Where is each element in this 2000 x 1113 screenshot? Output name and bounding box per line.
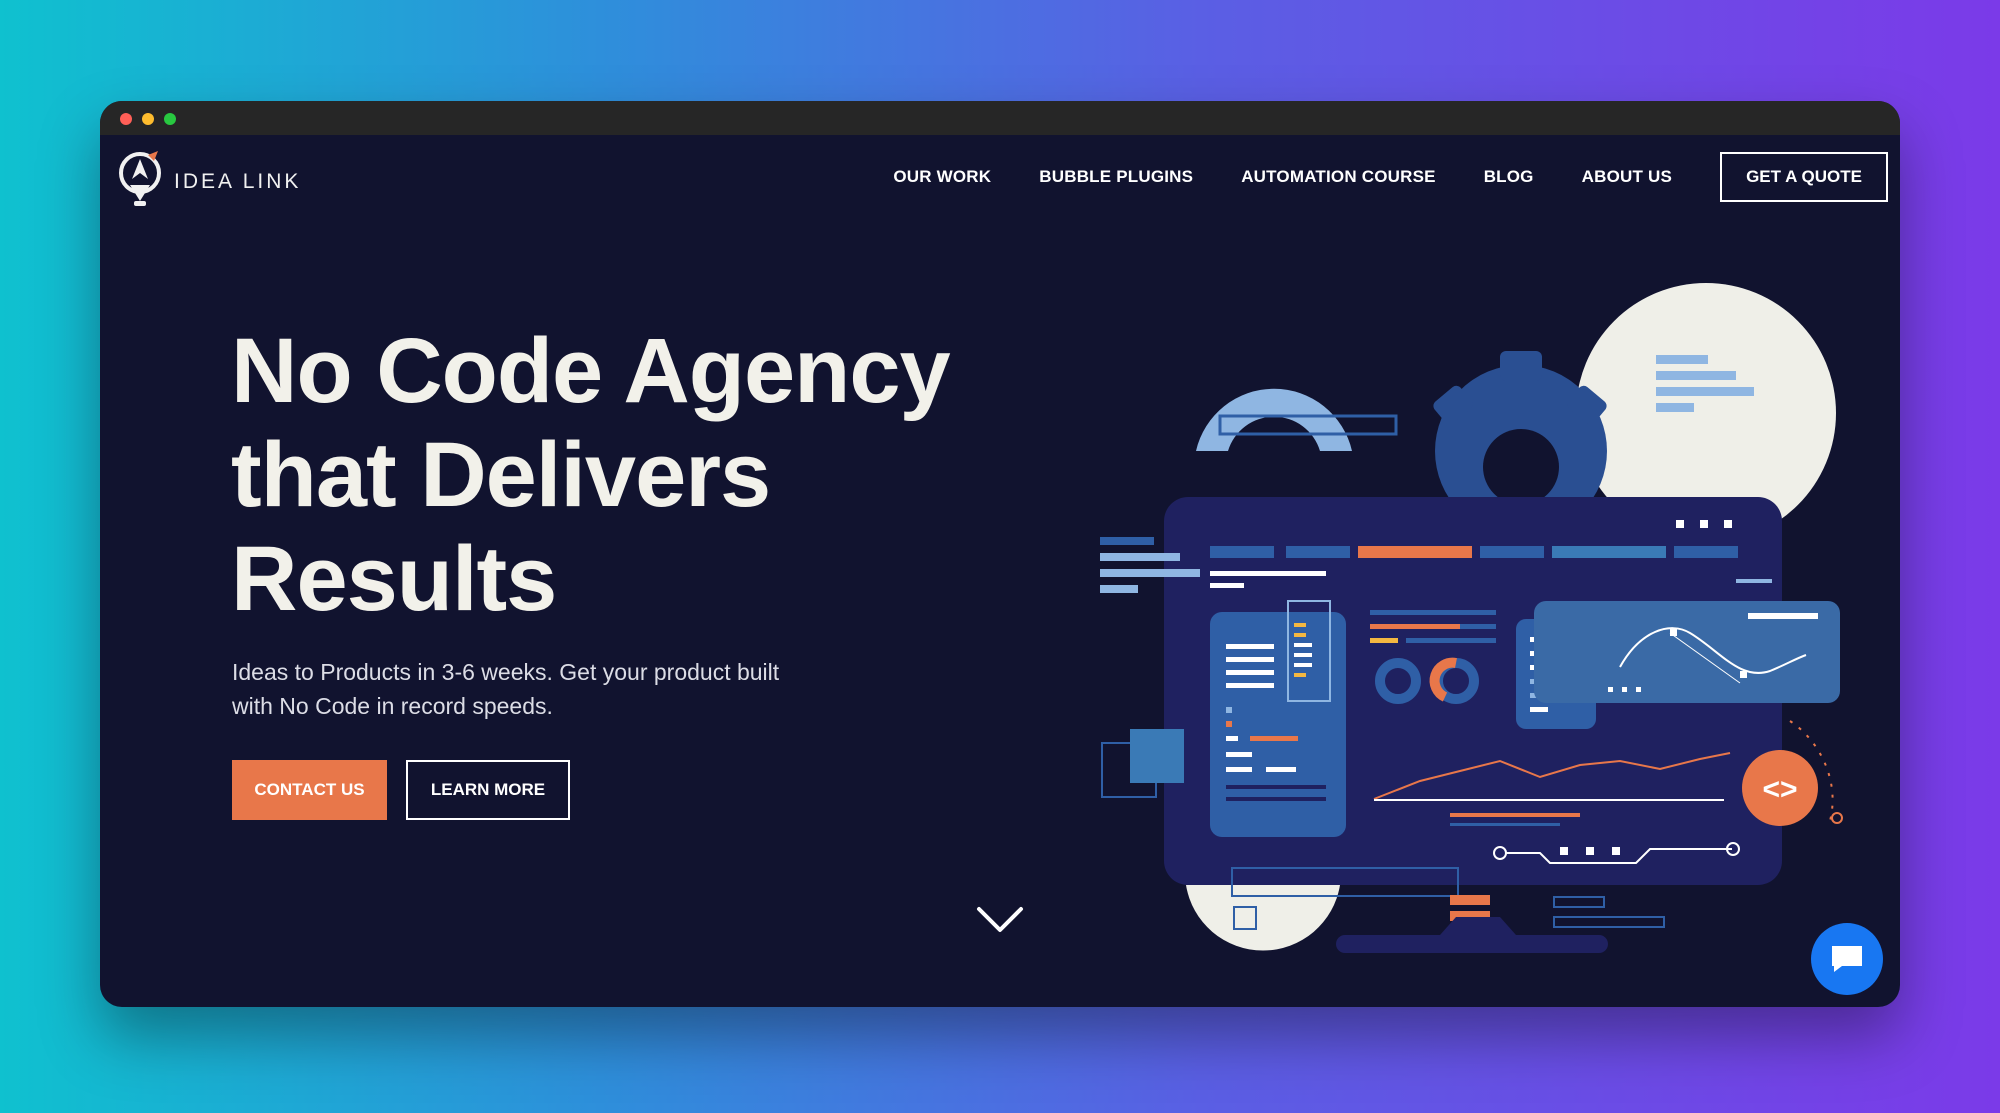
window-titlebar	[100, 101, 1900, 135]
chat-bubble-icon	[1832, 946, 1862, 972]
hero-subtitle: Ideas to Products in 3-6 weeks. Get your…	[232, 655, 852, 723]
get-a-quote-button[interactable]: GET A QUOTE	[1720, 152, 1888, 202]
contact-us-button[interactable]: CONTACT US	[232, 760, 387, 820]
chat-widget-button[interactable]	[1811, 923, 1883, 995]
hero-illustration: <>	[1100, 283, 1843, 953]
browser-window: IDEA LINK OUR WORK BUBBLE PLUGINS AUTOMA…	[100, 101, 1900, 1007]
nav-automation-course[interactable]: AUTOMATION COURSE	[1241, 167, 1436, 187]
hero-subtitle-line: Ideas to Products in 3-6 weeks. Get your…	[232, 659, 780, 685]
hero-title: No Code Agency that Delivers Results	[231, 319, 991, 631]
hero-title-line: that Delivers	[231, 424, 771, 526]
hero-title-line: Results	[231, 528, 557, 630]
nav-blog[interactable]: BLOG	[1484, 167, 1534, 187]
nav-about-us[interactable]: ABOUT US	[1582, 167, 1672, 187]
learn-more-button[interactable]: LEARN MORE	[406, 760, 570, 820]
hero-subtitle-line: with No Code in record speeds.	[232, 693, 553, 719]
main-navigation: OUR WORK BUBBLE PLUGINS AUTOMATION COURS…	[893, 151, 1888, 203]
maximize-window-dot[interactable]	[164, 113, 176, 125]
close-window-dot[interactable]	[120, 113, 132, 125]
code-badge-label: <>	[1762, 773, 1797, 806]
hero-title-line: No Code Agency	[231, 320, 951, 422]
nav-bubble-plugins[interactable]: BUBBLE PLUGINS	[1039, 167, 1193, 187]
nav-our-work[interactable]: OUR WORK	[893, 167, 991, 187]
chevron-down-icon[interactable]	[975, 903, 1025, 937]
site-logo[interactable]: IDEA LINK	[118, 149, 301, 209]
minimize-window-dot[interactable]	[142, 113, 154, 125]
brand-name: IDEA LINK	[174, 170, 302, 193]
lightbulb-logo-icon	[119, 151, 161, 206]
